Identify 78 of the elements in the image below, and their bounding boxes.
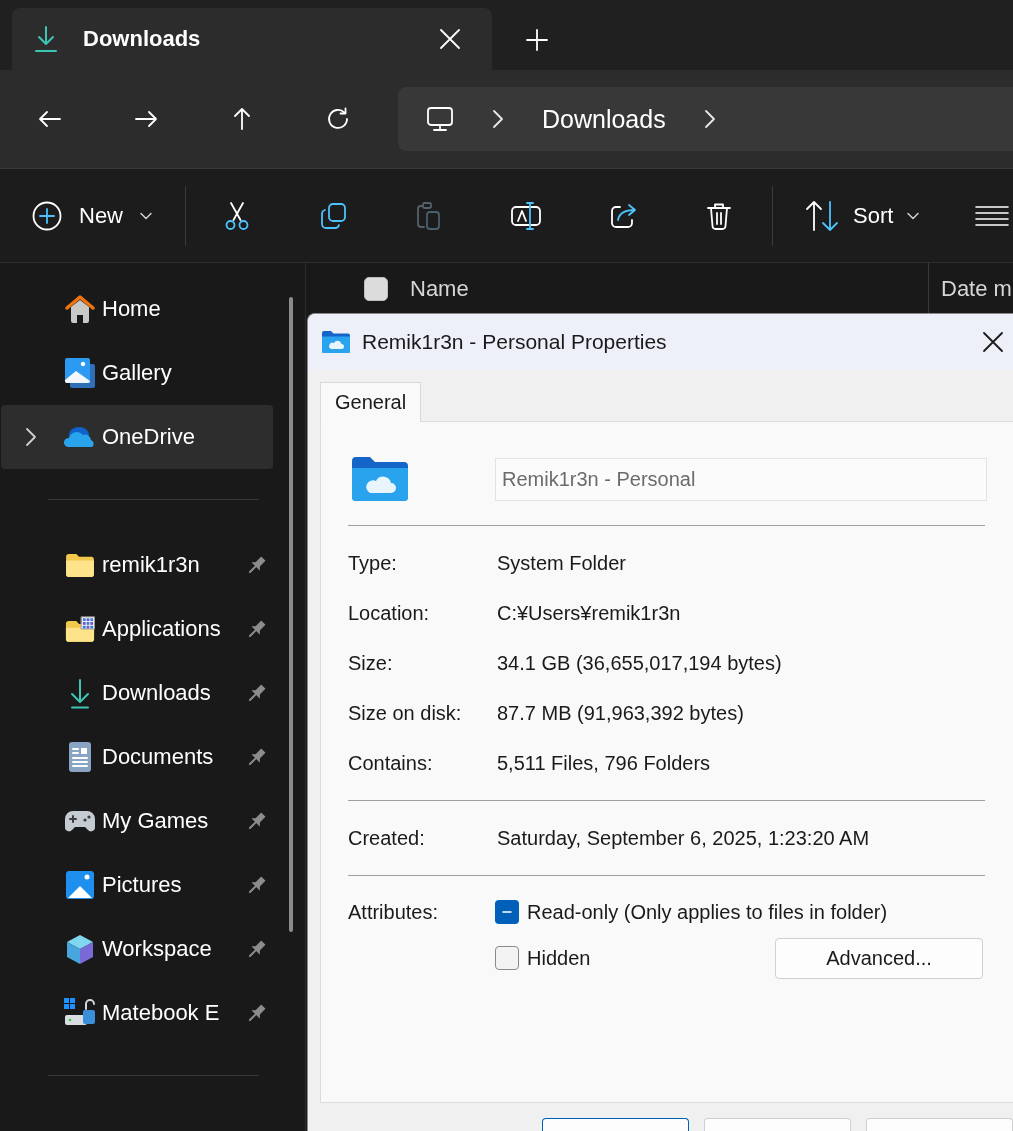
property-label: Size: xyxy=(348,651,394,675)
dash-icon xyxy=(502,911,512,913)
property-label: Location: xyxy=(348,601,431,625)
gallery-icon xyxy=(64,357,96,389)
tab[interactable]: General xyxy=(320,382,422,422)
nav-item[interactable]: Downloads xyxy=(1,661,273,725)
list-icon[interactable] xyxy=(975,204,1010,227)
column-header[interactable]: Date m xyxy=(941,276,1012,302)
new-button[interactable]: New xyxy=(24,187,162,244)
checkbox-label[interactable]: Hidden xyxy=(527,946,591,970)
rename-icon[interactable] xyxy=(510,200,542,231)
nav-item[interactable]: Gallery xyxy=(1,341,273,405)
monitor-icon[interactable] xyxy=(426,105,454,133)
cube-icon xyxy=(64,933,96,965)
property-value: 5,511 Files, 796 Folders xyxy=(497,751,712,775)
pin-icon[interactable] xyxy=(246,810,268,832)
pin-icon[interactable] xyxy=(246,938,268,960)
property-value: System Folder xyxy=(497,551,627,575)
property-label: Type: xyxy=(348,551,398,575)
plus-icon[interactable] xyxy=(525,28,549,52)
address-bar[interactable]: Downloads xyxy=(398,87,1013,151)
nav-item[interactable]: Workspace xyxy=(1,917,273,981)
download-icon xyxy=(34,25,58,53)
cloud-icon xyxy=(64,426,96,448)
checkbox-label[interactable]: Read-only (Only applies to files in folder) xyxy=(527,900,888,924)
chevron-right-icon[interactable] xyxy=(703,109,716,129)
checkbox[interactable] xyxy=(495,946,519,970)
copy-icon[interactable] xyxy=(318,200,348,231)
pin-icon[interactable] xyxy=(246,554,268,576)
nav-item[interactable]: Home xyxy=(1,277,273,341)
property-label: Attributes: xyxy=(348,899,440,925)
chevron-right-icon[interactable] xyxy=(25,427,37,447)
property-label: Created: xyxy=(348,826,426,850)
caret-icon xyxy=(907,211,920,220)
document-icon xyxy=(67,741,93,773)
folder-icon xyxy=(65,552,95,578)
tab[interactable]: Downloads xyxy=(12,8,492,70)
property-value: 34.1 GB (36,655,017,194 bytes) xyxy=(497,651,783,675)
caret-icon xyxy=(140,211,152,220)
nav-item[interactable]: Matebook E xyxy=(1,981,273,1045)
property-value: 87.7 MB (91,963,392 bytes) xyxy=(497,701,745,725)
folder-grid-icon xyxy=(65,615,95,643)
property-value: C:¥Users¥remik1r3n xyxy=(497,601,682,625)
chevron-right-icon[interactable] xyxy=(492,109,504,129)
nav-item[interactable]: Applications xyxy=(1,597,273,661)
property-label: Contains: xyxy=(348,751,434,775)
pin-icon[interactable] xyxy=(246,682,268,704)
nav-item[interactable]: remik1r3n xyxy=(1,533,273,597)
dialog-button[interactable] xyxy=(542,1118,689,1131)
cloud-folder-icon xyxy=(322,331,350,353)
nav-item[interactable]: Documents xyxy=(1,725,273,789)
pin-icon[interactable] xyxy=(246,746,268,768)
nav-item[interactable]: OneDrive xyxy=(1,405,273,469)
sort-icon xyxy=(805,198,839,233)
scrollbar-thumb[interactable] xyxy=(289,297,293,932)
checkbox[interactable] xyxy=(495,900,519,924)
sort-button[interactable]: Sort xyxy=(797,187,930,244)
column-header[interactable]: Name xyxy=(410,276,469,302)
property-label: Size on disk: xyxy=(348,701,463,725)
pin-icon[interactable] xyxy=(246,874,268,896)
cloud-folder-icon xyxy=(352,457,408,501)
download-icon xyxy=(68,677,92,709)
nav-item[interactable]: Pictures xyxy=(1,853,273,917)
checkbox[interactable] xyxy=(364,277,388,301)
property-value: Saturday, September 6, 2025, 1:23:20 AM xyxy=(497,826,871,850)
dialog-title: Remik1r3n - Personal Properties xyxy=(362,330,667,354)
pin-icon[interactable] xyxy=(246,618,268,640)
picture-icon xyxy=(66,871,94,899)
gamepad-icon xyxy=(64,809,96,833)
nav-item[interactable]: My Games xyxy=(1,789,273,853)
home-icon xyxy=(64,293,96,325)
breadcrumb[interactable]: Downloads xyxy=(542,104,666,134)
drive-lock-icon xyxy=(64,998,96,1028)
pin-icon[interactable] xyxy=(246,1002,268,1024)
plus-circle-icon xyxy=(32,200,62,231)
refresh-icon[interactable] xyxy=(326,107,350,131)
advanced-button[interactable]: Advanced... xyxy=(775,937,983,979)
close-icon[interactable] xyxy=(982,331,1004,353)
